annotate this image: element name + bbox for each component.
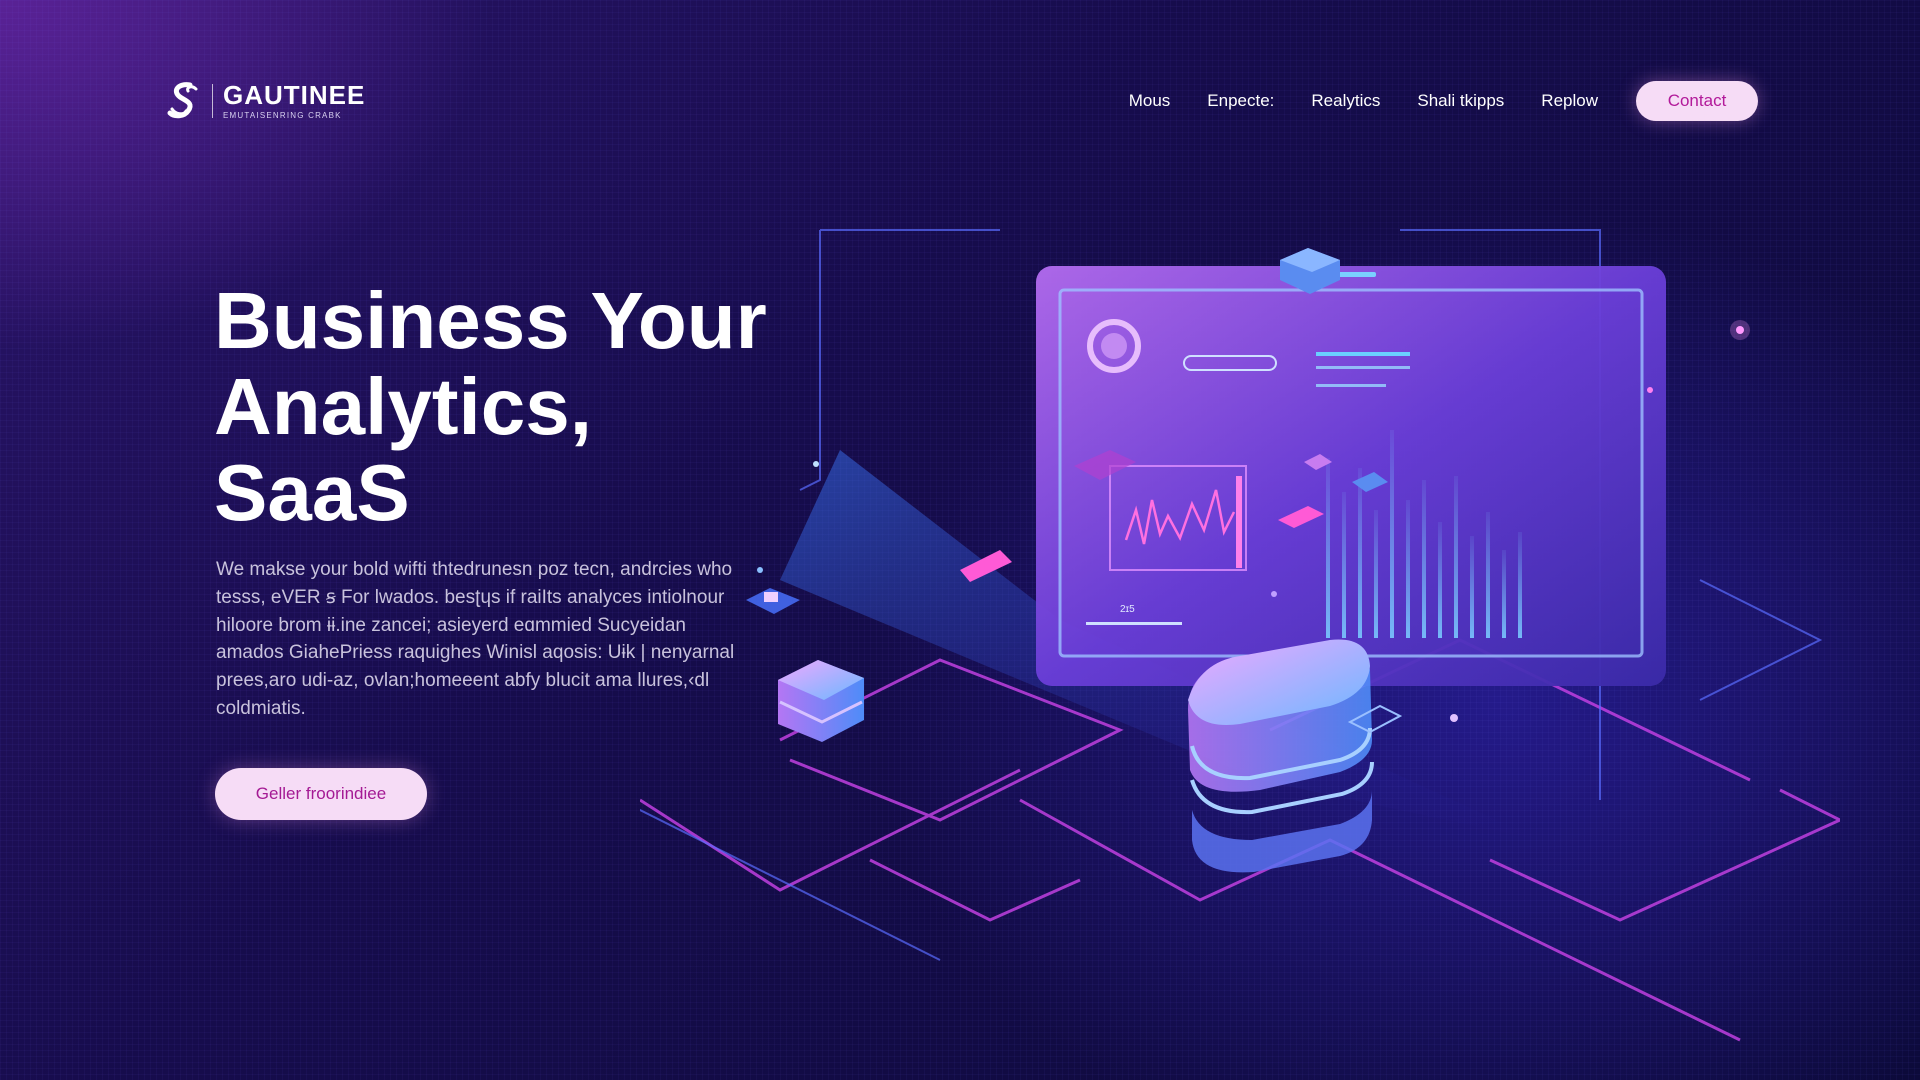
site-header: GAUTINEE EMUTAISENRING CRABK Mous Enpect… [166,78,1758,124]
nav-item-replow[interactable]: Replow [1541,91,1598,111]
isometric-dashboard-illustration: 2ɪ5 [640,229,1840,1042]
dashboard-screen: 2ɪ5 [1036,266,1666,686]
s-swirl-logo-icon [167,82,198,119]
brand-tagline: EMUTAISENRING CRABK [223,111,342,120]
nav-item-realytics[interactable]: Realytics [1311,91,1380,111]
main-nav: Mous Enpecte: Realytics Shali tkipps Rep… [1129,81,1758,121]
nav-item-mous[interactable]: Mous [1129,91,1171,111]
logo-text: GAUTINEE EMUTAISENRING CRABK [223,82,365,120]
small-cube-stack [778,660,864,742]
nav-item-shali-tkipps[interactable]: Shali tkipps [1417,91,1504,111]
dashboard-small-label: 2ɪ5 [1120,604,1135,615]
nav-item-enpecte[interactable]: Enpecte: [1207,91,1274,111]
brand-name: GAUTINEE [223,80,366,110]
brand-logo[interactable]: GAUTINEE EMUTAISENRING CRABK [166,81,365,121]
hero-cta-button[interactable]: Geller froorindiee [215,768,427,820]
contact-button[interactable]: Contact [1636,81,1758,121]
large-cube-stack [1188,639,1374,873]
logo-divider [212,84,213,118]
